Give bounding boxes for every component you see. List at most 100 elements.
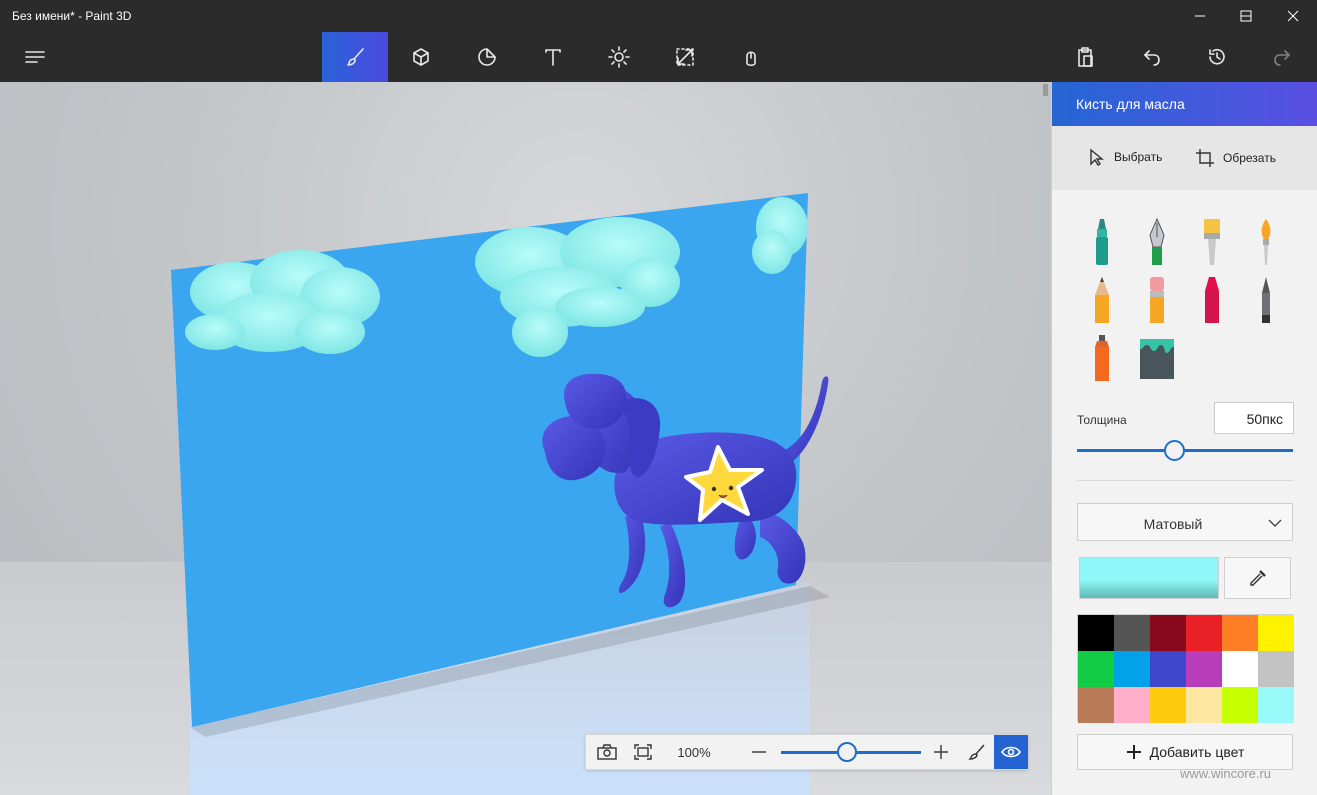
maximize-button[interactable] — [1223, 0, 1269, 32]
finish-dropdown[interactable]: Матовый — [1077, 503, 1293, 541]
add-color-label: Добавить цвет — [1149, 744, 1245, 760]
palette-swatch[interactable] — [1114, 615, 1150, 651]
minimize-button-2[interactable] — [1177, 0, 1223, 32]
palette-swatch[interactable] — [1222, 687, 1258, 723]
palette-swatch[interactable] — [1078, 615, 1114, 651]
palette-swatch[interactable] — [1258, 615, 1294, 651]
eyedropper-icon — [1249, 570, 1266, 586]
fill-bucket-icon — [1140, 339, 1174, 379]
brush-marker[interactable] — [1082, 214, 1122, 270]
main-toolbar — [0, 32, 1317, 82]
brush-panel: Кисть для масла Выбрать Обрезать Толщина… — [1051, 82, 1317, 795]
brush-eraser[interactable] — [1137, 272, 1177, 328]
spray-can-icon — [1095, 335, 1109, 381]
palette-swatch[interactable] — [1150, 687, 1186, 723]
zoom-level: 100% — [677, 745, 711, 760]
zoom-in-button[interactable] — [928, 735, 954, 769]
menu-button[interactable] — [2, 32, 68, 82]
screenshot-button[interactable] — [590, 735, 624, 769]
hamburger-menu-icon — [25, 51, 45, 63]
title-bar: Без имени* - Paint 3D — [0, 0, 1317, 32]
paste-icon — [1078, 47, 1093, 67]
paste-button[interactable] — [1052, 32, 1118, 82]
watercolor-brush-icon — [1261, 219, 1271, 265]
add-color-button[interactable]: Добавить цвет — [1077, 734, 1293, 770]
tool-remix3d[interactable] — [718, 32, 784, 82]
oil-brush-icon — [1204, 219, 1220, 265]
thickness-input[interactable]: 50пкс — [1214, 402, 1294, 434]
marker-icon — [1096, 219, 1108, 265]
palette-swatch[interactable] — [1114, 687, 1150, 723]
history-button[interactable] — [1184, 32, 1250, 82]
fit-screen-icon — [634, 744, 652, 760]
palette-swatch[interactable] — [1186, 651, 1222, 687]
tool-brushes[interactable] — [322, 32, 388, 82]
minimize-icon — [1195, 15, 1205, 17]
palette-swatch[interactable] — [1150, 651, 1186, 687]
palette-swatch[interactable] — [1150, 615, 1186, 651]
cube-icon — [413, 48, 429, 66]
crayon-icon — [1205, 277, 1219, 323]
palette-swatch[interactable] — [1186, 687, 1222, 723]
brush-pixel-pen[interactable] — [1246, 272, 1286, 328]
eye-icon — [1001, 746, 1021, 758]
crop-icon — [1196, 149, 1214, 167]
panel-header: Кисть для масла — [1052, 82, 1317, 126]
brush-crayon[interactable] — [1192, 272, 1232, 328]
remix-icon — [746, 51, 756, 67]
zoom-slider-thumb[interactable] — [836, 742, 857, 762]
brush-pencil[interactable] — [1082, 272, 1122, 328]
tool-3d-shapes[interactable] — [388, 32, 454, 82]
eyedropper-button[interactable] — [1224, 557, 1291, 599]
plus-icon — [1126, 745, 1141, 759]
paint-view-button[interactable] — [960, 735, 994, 769]
select-button[interactable]: Выбрать — [1088, 148, 1162, 166]
tool-stickers[interactable] — [454, 32, 520, 82]
palette-swatch[interactable] — [1222, 615, 1258, 651]
camera-icon — [597, 744, 617, 760]
panel-actions: Выбрать Обрезать — [1052, 126, 1317, 190]
undo-button[interactable] — [1118, 32, 1184, 82]
3d-scene[interactable] — [0, 82, 1051, 795]
current-color-swatch[interactable] — [1079, 557, 1219, 599]
sticker-icon — [478, 48, 496, 66]
tool-effects[interactable] — [586, 32, 652, 82]
brush-watercolor[interactable] — [1246, 214, 1286, 270]
brush-spray-can[interactable] — [1082, 330, 1122, 386]
palette-swatch[interactable] — [1222, 651, 1258, 687]
cursor-icon — [1090, 148, 1104, 166]
select-label: Выбрать — [1114, 150, 1163, 164]
sun-icon — [608, 46, 630, 68]
close-button[interactable] — [1270, 0, 1316, 32]
palette-swatch[interactable] — [1114, 651, 1150, 687]
eraser-icon — [1150, 277, 1164, 323]
brush-icon — [968, 744, 985, 760]
tool-canvas[interactable] — [652, 32, 718, 82]
fit-to-screen-button[interactable] — [626, 735, 660, 769]
history-icon — [1209, 48, 1225, 65]
crop-label: Обрезать — [1223, 151, 1276, 165]
panel-title: Кисть для масла — [1076, 96, 1185, 112]
zoom-out-button[interactable] — [746, 735, 772, 769]
thickness-slider-thumb[interactable] — [1164, 440, 1186, 461]
palette-swatch[interactable] — [1258, 687, 1294, 723]
minus-icon — [752, 751, 766, 753]
pencil-icon — [1095, 277, 1109, 323]
brush-fill[interactable] — [1137, 330, 1177, 386]
canvas-area[interactable] — [0, 82, 1051, 795]
crop-button[interactable]: Обрезать — [1195, 148, 1276, 168]
pixel-pen-icon — [1262, 277, 1270, 323]
window-title: Без имени* - Paint 3D — [12, 9, 132, 23]
canvas-scrollbar[interactable] — [1043, 84, 1048, 96]
palette-swatch[interactable] — [1078, 651, 1114, 687]
palette-swatch[interactable] — [1258, 651, 1294, 687]
watermark: www.wincore.ru — [1180, 766, 1272, 781]
tool-text[interactable] — [520, 32, 586, 82]
brush-oil[interactable] — [1192, 214, 1232, 270]
view-3d-button[interactable] — [994, 735, 1028, 769]
palette-swatch[interactable] — [1186, 615, 1222, 651]
undo-icon — [1144, 50, 1160, 66]
brush-calligraphy-pen[interactable] — [1137, 214, 1177, 270]
redo-button[interactable] — [1250, 32, 1316, 82]
palette-swatch[interactable] — [1078, 687, 1114, 723]
